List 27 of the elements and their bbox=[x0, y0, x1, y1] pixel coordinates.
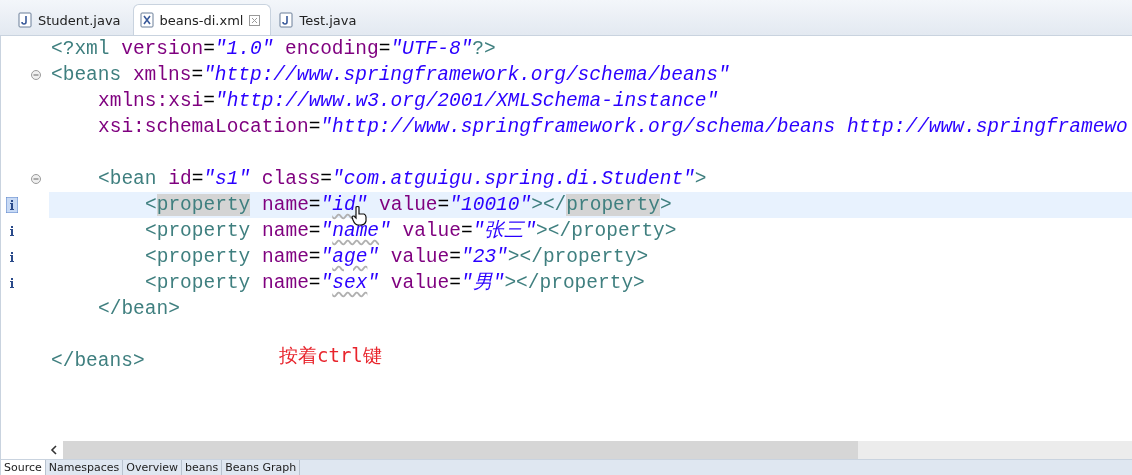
scrollbar-thumb[interactable] bbox=[63, 441, 858, 459]
java-file-icon bbox=[18, 12, 32, 28]
code-line: xsi:schemaLocation="http://www.springframework.org/schema/beans http://www.springframewo bbox=[98, 115, 1128, 140]
info-icon[interactable] bbox=[8, 249, 16, 265]
info-icon[interactable] bbox=[8, 275, 16, 291]
xml-file-icon bbox=[139, 12, 154, 28]
code-line: <bean id="s1" class="com.atguigu.spring.di.Student"> bbox=[98, 167, 707, 192]
code-line: <property name="age" value="23"></property> bbox=[145, 245, 649, 270]
code-line: <beans xmlns="http://www.springframework.org/schema/beans" bbox=[51, 63, 730, 88]
code-line: <?xml version="1.0" encoding="UTF-8"?> bbox=[51, 37, 496, 62]
editor-tab[interactable]: beans-di.xml bbox=[132, 4, 272, 35]
info-icon[interactable] bbox=[8, 223, 16, 239]
code-line: </bean> bbox=[98, 297, 180, 322]
code-line: <property name="name" value="张三"></property> bbox=[145, 219, 677, 244]
editor-page-tab[interactable]: Overview bbox=[123, 460, 183, 475]
scroll-left-icon[interactable] bbox=[49, 444, 59, 456]
code-line: xmlns:xsi="http://www.w3.org/2001/XMLSchema-instance" bbox=[98, 89, 719, 114]
java-file-icon bbox=[279, 12, 294, 28]
close-icon[interactable] bbox=[249, 14, 261, 26]
annotation-text: 按着ctrl键 bbox=[279, 343, 382, 368]
editor-tab[interactable]: Student.java bbox=[12, 5, 131, 35]
info-icon[interactable] bbox=[6, 197, 18, 213]
editor-tab[interactable]: Test.java bbox=[273, 5, 367, 35]
editor-page-tab[interactable]: Source bbox=[1, 460, 46, 475]
code-line: <property name="sex" value="男"></property> bbox=[145, 271, 645, 296]
code-line: <property name="id" value="10010"></property> bbox=[145, 193, 672, 218]
code-line: </beans> bbox=[51, 349, 145, 374]
